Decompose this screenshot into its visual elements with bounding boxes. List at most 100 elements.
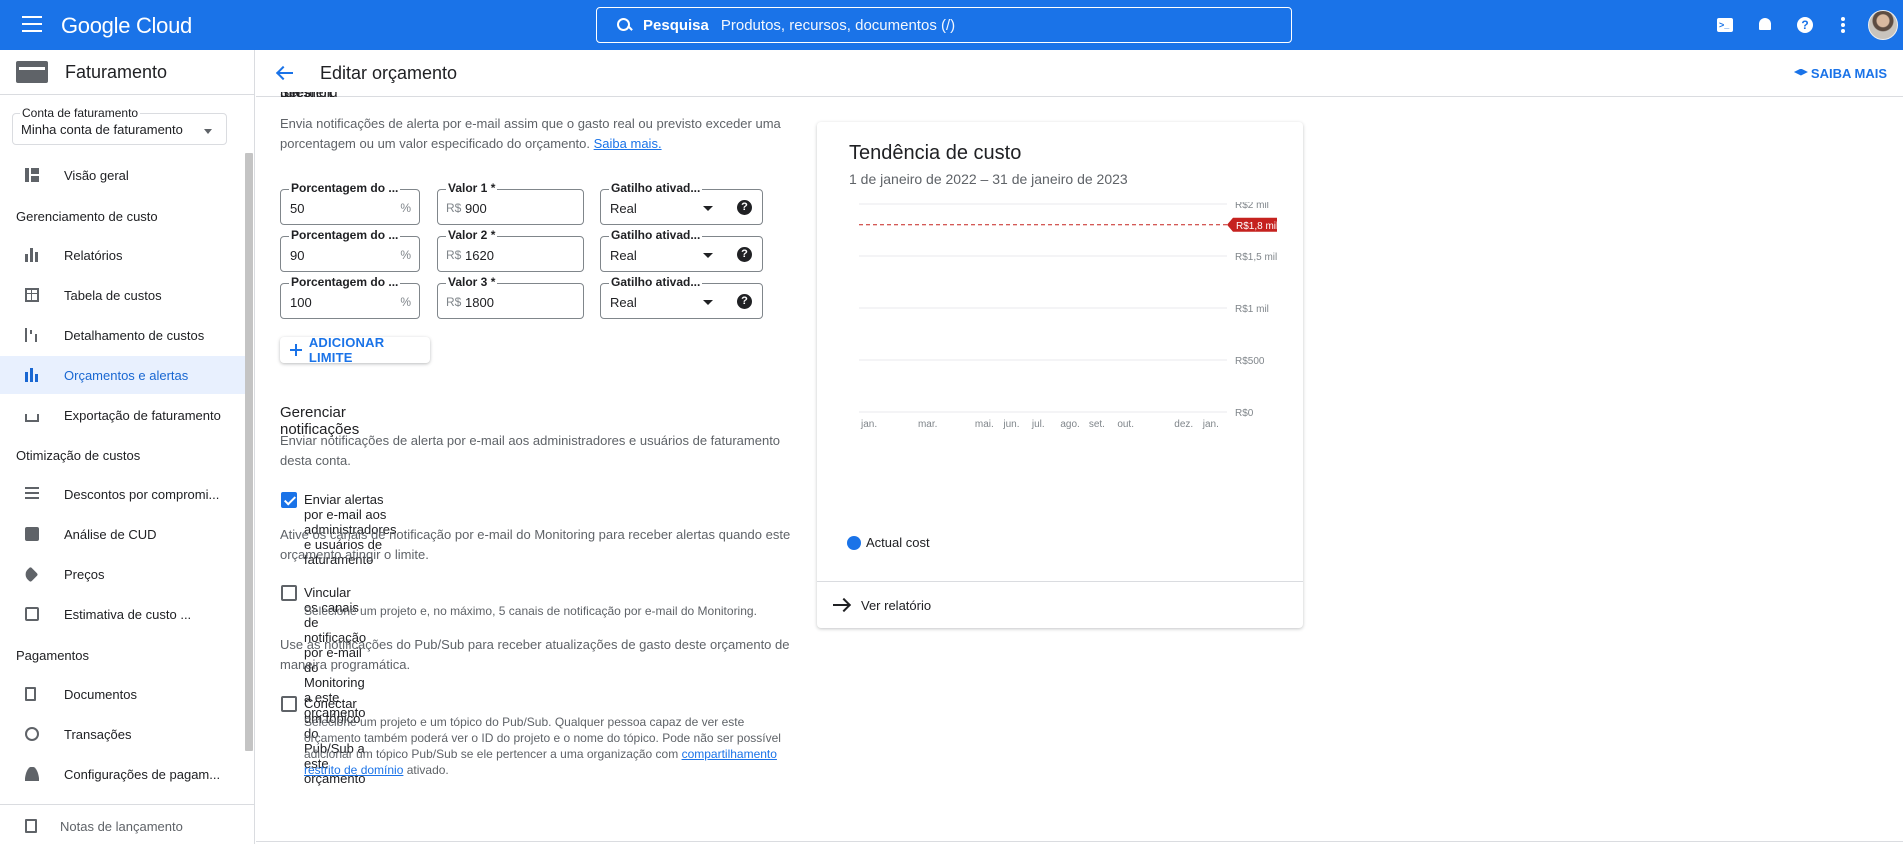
trigger-field-label: Gatilho ativad...: [609, 181, 703, 195]
back-arrow-icon[interactable]: [276, 64, 294, 82]
table-icon: [25, 288, 39, 302]
school-icon: [1793, 68, 1808, 76]
x-tick-label: mai.: [975, 419, 994, 430]
monitoring-description: Ative os canais de notificação por e-mai…: [280, 527, 791, 562]
sidebar-header: Faturamento: [0, 50, 254, 95]
percent-suffix: %: [400, 201, 411, 215]
help-icon[interactable]: ?: [1795, 15, 1815, 35]
view-report-label: Ver relatório: [861, 598, 932, 613]
bottom-divider: [256, 841, 1903, 842]
sidebar-item-label: Visão geral: [64, 167, 129, 183]
sidebar-footer: Notas de lançamento: [0, 804, 255, 844]
help-circle-icon[interactable]: ?: [737, 200, 752, 215]
top-bar: Google Cloud Pesquisa Produtos, recursos…: [0, 0, 1903, 50]
release-notes-label: Notas de lançamento: [60, 818, 183, 834]
add-threshold-button[interactable]: ADICIONAR LIMITE: [280, 335, 430, 365]
more-vert-icon[interactable]: [1833, 15, 1853, 35]
trigger-select-1[interactable]: Gatilho ativad... Real ?: [600, 181, 763, 225]
section-cost-management: Gerenciamento de custo: [16, 209, 158, 224]
clock-icon: [25, 727, 39, 741]
sidebar-item-documents[interactable]: Documentos: [0, 675, 245, 713]
release-notes-icon: [25, 819, 37, 833]
billing-account-value: Minha conta de faturamento: [21, 122, 183, 137]
billing-icon: [16, 61, 48, 83]
sidebar-item-billing-export[interactable]: Exportação de faturamento: [0, 396, 245, 434]
y-tick-label: R$1,5 mil: [1235, 252, 1277, 263]
sidebar-scrollbar[interactable]: [245, 153, 253, 751]
help-circle-icon[interactable]: ?: [737, 247, 752, 262]
y-tick-label: R$500: [1235, 356, 1265, 367]
person-icon: [25, 767, 39, 781]
percent-field-label: Porcentagem do ...: [289, 228, 401, 242]
percent-field-3[interactable]: Porcentagem do ... 100 %: [280, 275, 420, 319]
monitoring-channels-checkbox[interactable]: [281, 585, 297, 601]
sidebar-item-label: Relatórios: [64, 247, 123, 263]
threshold-section-title: Set alert threshold rules: [280, 92, 338, 100]
sidebar-item-payment-settings[interactable]: Configurações de pagam...: [0, 755, 245, 793]
legend-label: Actual cost: [866, 535, 930, 550]
notifications-bell-icon[interactable]: [1755, 15, 1775, 35]
learn-more-button[interactable]: SAIBA MAIS: [1793, 66, 1887, 81]
waterfall-chart-icon: [25, 328, 39, 342]
currency-prefix: R$: [446, 295, 462, 309]
search-bar[interactable]: Pesquisa Produtos, recursos, documentos …: [596, 7, 1292, 43]
sidebar-item-commitment-discounts[interactable]: Descontos por compromi...: [0, 475, 245, 513]
notifications-description: Enviar notificações de alerta por e-mail…: [280, 433, 781, 468]
page-title: Editar orçamento: [320, 63, 458, 83]
hamburger-menu-icon[interactable]: [22, 16, 42, 34]
percent-suffix: %: [400, 248, 411, 262]
learn-more-link[interactable]: Saiba mais.: [594, 136, 662, 151]
sidebar-item-label: Orçamentos e alertas: [64, 367, 189, 383]
section-payments: Pagamentos: [16, 648, 89, 663]
view-report-link[interactable]: Ver relatório: [817, 581, 1303, 628]
dashboard-icon: [25, 168, 39, 182]
sidebar-item-label: Detalhamento de custos: [64, 327, 205, 343]
pubsub-topic-checkbox[interactable]: [281, 696, 297, 712]
dropdown-caret-icon: [703, 300, 713, 305]
search-placeholder: Produtos, recursos, documentos (/): [720, 16, 956, 34]
pubsub-hint-end: ativado.: [406, 763, 449, 777]
trigger-select-2[interactable]: Gatilho ativad... Real ?: [600, 228, 763, 272]
learn-more-label: SAIBA MAIS: [1810, 66, 1887, 81]
sidebar-item-cost-breakdown[interactable]: Detalhamento de custos: [0, 316, 245, 354]
cost-trend-card: Tendência de custo 1 de janeiro de 2022 …: [817, 122, 1303, 628]
y-tick-label: R$2 mil: [1235, 202, 1269, 211]
release-notes-link[interactable]: Notas de lançamento: [0, 807, 245, 845]
sidebar-item-label: Tabela de custos: [64, 287, 162, 303]
sidebar-item-transactions[interactable]: Transações: [0, 715, 245, 753]
pubsub-description: Use as notificações do Pub/Sub para rece…: [280, 637, 790, 672]
sidebar-item-cud-analysis[interactable]: Análise de CUD: [0, 515, 245, 553]
amount-field-label: Valor 1 *: [446, 181, 498, 195]
help-circle-icon[interactable]: ?: [737, 294, 752, 309]
search-label: Pesquisa: [643, 16, 709, 34]
trigger-field-label: Gatilho ativad...: [609, 275, 703, 289]
google-cloud-logo[interactable]: Google Cloud: [61, 13, 192, 39]
trigger-value: Real: [610, 201, 637, 216]
sidebar: Faturamento Conta de faturamento Minha c…: [0, 50, 255, 844]
account-avatar[interactable]: [1868, 10, 1898, 40]
trigger-select-3[interactable]: Gatilho ativad... Real ?: [600, 275, 763, 319]
percent-field-label: Porcentagem do ...: [289, 181, 401, 195]
sidebar-item-overview[interactable]: Visão geral: [0, 156, 245, 194]
sidebar-item-label: Preços: [64, 566, 105, 582]
amount-field-3[interactable]: Valor 3 * R$ 1800: [437, 275, 584, 319]
percent-field-2[interactable]: Porcentagem do ... 90 %: [280, 228, 420, 272]
sidebar-item-cost-table[interactable]: Tabela de custos: [0, 276, 245, 314]
cloud-shell-icon[interactable]: [1715, 15, 1735, 35]
amount-field-1[interactable]: Valor 1 * R$ 900: [437, 181, 584, 225]
section-cost-optimization: Otimização de custos: [16, 448, 141, 463]
sidebar-item-cost-estimate[interactable]: Estimativa de custo ...: [0, 595, 245, 633]
sidebar-item-label: Documentos: [64, 686, 137, 702]
sidebar-item-label: Análise de CUD: [64, 526, 157, 542]
percent-field-1[interactable]: Porcentagem do ... 50 %: [280, 181, 420, 225]
sidebar-item-pricing[interactable]: Preços: [0, 555, 245, 593]
chart-date-range: 1 de janeiro de 2022 – 31 de janeiro de …: [849, 171, 1128, 187]
trigger-value: Real: [610, 295, 637, 310]
amount-field-2[interactable]: Valor 2 * R$ 1620: [437, 228, 584, 272]
sidebar-item-budgets-alerts[interactable]: Orçamentos e alertas: [0, 356, 245, 394]
email-admins-checkbox[interactable]: [281, 492, 297, 508]
sidebar-item-reports[interactable]: Relatórios: [0, 236, 245, 274]
dropdown-caret-icon: [703, 253, 713, 258]
search-icon: [617, 18, 631, 32]
chevron-down-icon[interactable]: [204, 129, 212, 134]
